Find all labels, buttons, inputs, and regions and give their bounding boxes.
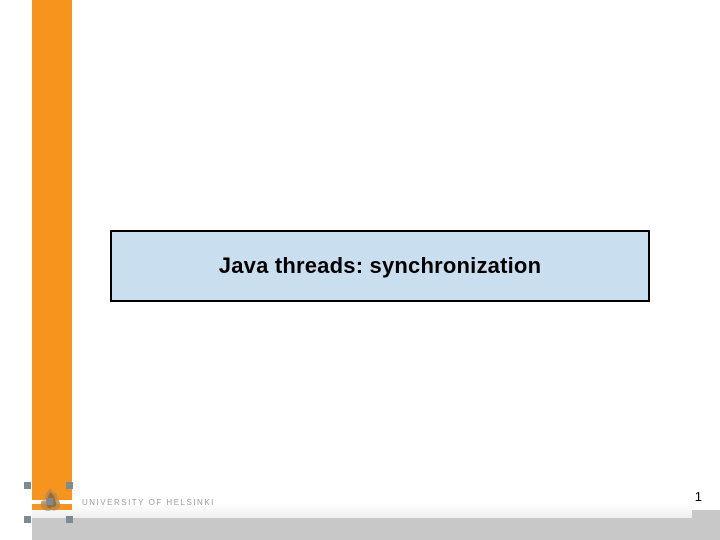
footer: UNIVERSITY OF HELSINKI [0,492,720,540]
logo-square-dot [24,482,31,489]
page-number: 1 [695,489,702,504]
logo-square-dot [66,516,73,523]
logo-square-dot [46,498,53,505]
slide-title: Java threads: synchronization [219,253,541,279]
logo-square-dot [24,516,31,523]
logo-square-dot [66,482,73,489]
university-label: UNIVERSITY OF HELSINKI [82,498,215,507]
vertical-orange-bar [32,0,72,500]
university-logo [18,478,78,526]
title-box: Java threads: synchronization [110,230,650,302]
